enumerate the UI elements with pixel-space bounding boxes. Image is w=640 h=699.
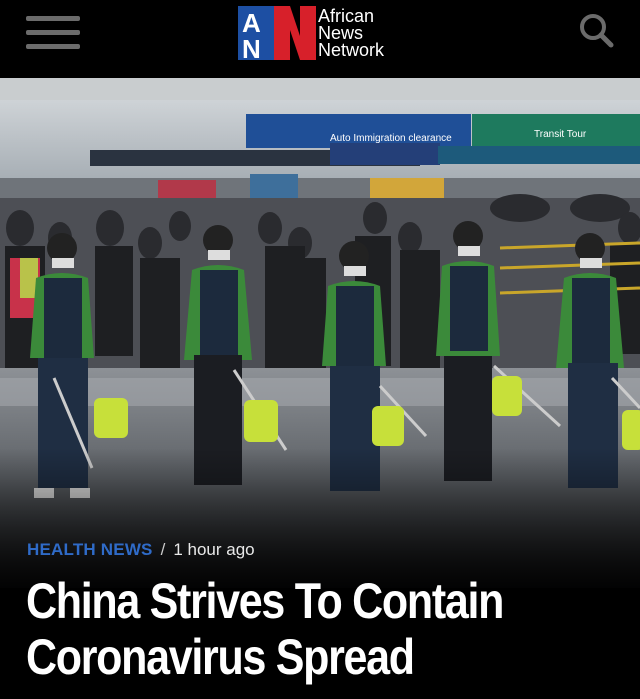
meta-separator: / bbox=[160, 540, 166, 559]
logo-wordmark: African News Network bbox=[318, 7, 385, 60]
article-hero-image[interactable]: Auto Immigration clearance Transit Tour bbox=[0, 78, 640, 588]
hamburger-menu-icon[interactable] bbox=[26, 14, 80, 50]
category-link[interactable]: HEALTH NEWS bbox=[27, 540, 153, 559]
article-meta: HEALTH NEWS / 1 hour ago bbox=[27, 540, 255, 560]
top-navigation-bar: A N African News Network bbox=[0, 0, 640, 78]
headline-line-1: China Strives To Contain bbox=[26, 573, 504, 629]
timestamp: 1 hour ago bbox=[173, 540, 255, 559]
transit-sign-text: Transit Tour bbox=[534, 129, 587, 140]
african-news-network-logo-icon: A N bbox=[238, 6, 316, 60]
immigration-sign-text: Auto Immigration clearance bbox=[330, 133, 452, 144]
search-icon[interactable] bbox=[578, 12, 614, 48]
site-logo[interactable]: A N African News Network bbox=[238, 6, 408, 62]
headline-line-2: Coronavirus Spread bbox=[26, 629, 415, 685]
article-headline[interactable]: China Strives To Contain Coronavirus Spr… bbox=[26, 573, 542, 685]
logo-line-network: Network bbox=[318, 40, 385, 60]
airport-disinfection-photo: Auto Immigration clearance Transit Tour bbox=[0, 78, 640, 588]
svg-text:N: N bbox=[242, 34, 261, 60]
